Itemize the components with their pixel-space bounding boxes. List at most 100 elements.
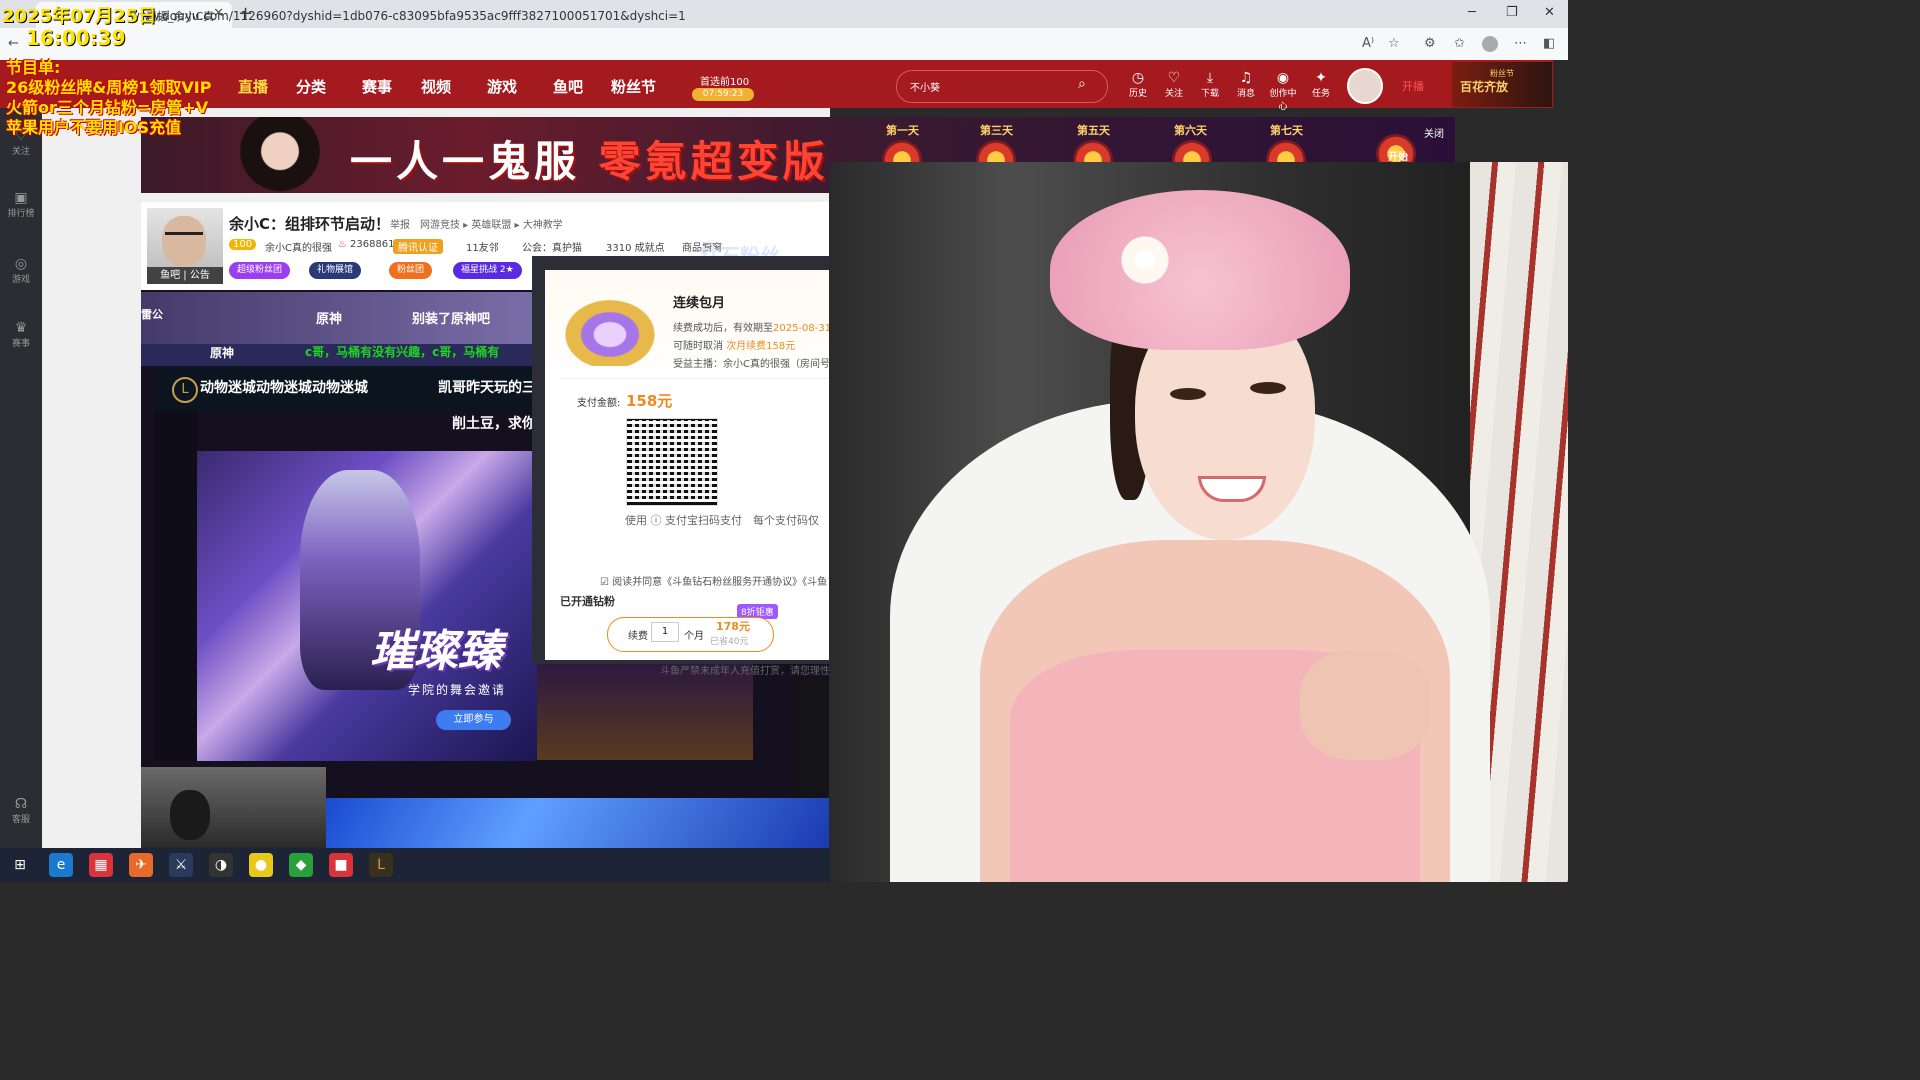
lucky-challenge-badge[interactable]: 福星挑战 2★ bbox=[453, 262, 522, 279]
sidebar-item-events[interactable]: ♛ 赛事 bbox=[0, 320, 42, 349]
gift-hall-badge[interactable]: 礼物展馆 bbox=[309, 262, 362, 279]
beneficiary-line: 受益主播：余小C真的很强（房间号 bbox=[673, 359, 830, 370]
qr-code-pattern bbox=[628, 420, 714, 502]
selection-timer: 07:59:23 bbox=[692, 88, 754, 101]
modal-title: 连续包月 bbox=[673, 296, 726, 311]
app-icon[interactable]: ◑ bbox=[209, 853, 233, 877]
back-icon[interactable]: ← bbox=[8, 36, 19, 51]
bow-decoration bbox=[1110, 230, 1180, 290]
search-input[interactable]: 不小葵 bbox=[910, 79, 940, 94]
sidebar-item-support[interactable]: ☊ 客服 bbox=[0, 796, 42, 825]
favorites-icon[interactable]: ✩ bbox=[1454, 36, 1465, 51]
nav-video[interactable]: 视频 bbox=[421, 76, 451, 97]
history-icon: ◷ bbox=[1131, 70, 1145, 86]
read-aloud-icon[interactable]: A⁾ bbox=[1362, 36, 1374, 51]
windows-taskbar bbox=[0, 848, 830, 882]
renew-months-input[interactable]: 1 bbox=[651, 622, 679, 642]
app-icon[interactable]: ⚔ bbox=[169, 853, 193, 877]
edge-icon[interactable]: e bbox=[49, 853, 73, 877]
bulb-icon: ◉ bbox=[1276, 70, 1290, 86]
extensions-icon[interactable]: ⚙ bbox=[1424, 36, 1436, 51]
url-field[interactable]: www.douyu.com/1126960?dyshid=1db076-c830… bbox=[130, 9, 686, 23]
game-tab[interactable]: 别装了原神吧 bbox=[412, 308, 490, 327]
sidebar-item-games[interactable]: ◎ 游戏 bbox=[0, 256, 42, 285]
headset-icon: ☊ bbox=[14, 796, 28, 812]
history-button[interactable]: ◷ 历史 bbox=[1121, 70, 1155, 99]
game-lobby-title: 动物迷城动物迷城动物迷城 bbox=[200, 380, 368, 396]
agreement-checkbox[interactable]: ☑ 阅读并同意《斗鱼钻石粉丝服务开通协议》《斗鱼 bbox=[600, 573, 827, 588]
game-subtab[interactable]: 原神 bbox=[210, 344, 234, 361]
download-button[interactable]: ⤓ 下载 bbox=[1193, 70, 1227, 99]
start-broadcast-button[interactable]: 开播 bbox=[1402, 78, 1424, 94]
streamer-name[interactable]: 余小C真的很强 bbox=[265, 239, 332, 254]
report-link[interactable]: 举报 bbox=[390, 216, 410, 231]
banner-close-button[interactable]: 关闭 bbox=[1424, 125, 1444, 140]
trophy-icon: ♛ bbox=[14, 320, 28, 336]
splash-title: 璀璨臻 bbox=[370, 626, 502, 677]
close-window-icon[interactable]: ✕ bbox=[1544, 5, 1555, 20]
pay-amount: 158元 bbox=[626, 392, 673, 410]
banner-day-label: 第七天 bbox=[1270, 124, 1303, 137]
banner-day-label: 第三天 bbox=[980, 124, 1013, 137]
start-menu-icon[interactable]: ⊞ bbox=[8, 853, 32, 877]
nav-events[interactable]: 赛事 bbox=[362, 76, 392, 97]
app-icon[interactable]: ● bbox=[249, 853, 273, 877]
favorite-star-icon[interactable]: ☆ bbox=[1388, 36, 1400, 51]
avatar-tag[interactable]: 鱼吧 | 公告 bbox=[147, 267, 223, 284]
game-player-name: 凯哥昨天玩的三 bbox=[438, 380, 536, 396]
sidebar-item-ranking[interactable]: ▣ 排行榜 bbox=[0, 190, 42, 219]
game-tab[interactable]: 原神 bbox=[316, 308, 342, 327]
xbox-icon[interactable]: ◆ bbox=[289, 853, 313, 877]
creator-center-button[interactable]: ◉ 创作中心 bbox=[1266, 70, 1300, 112]
renew-price: 178元 bbox=[716, 620, 750, 633]
overlay-date: 2025年07月25日 bbox=[2, 6, 157, 27]
category-breadcrumb[interactable]: 网游竞技 ▸ 英雄联盟 ▸ 大神教学 bbox=[420, 216, 563, 231]
room-title: 余小C：组排环节启动！ bbox=[229, 215, 391, 233]
avatar-glasses bbox=[165, 232, 203, 245]
gift-icon: ✦ bbox=[1315, 70, 1327, 86]
friends-count[interactable]: 11友邻 bbox=[466, 239, 499, 254]
app-icon[interactable]: ✈ bbox=[129, 853, 153, 877]
app-icon[interactable]: ▦ bbox=[89, 853, 113, 877]
nav-live[interactable]: 直播 bbox=[238, 76, 268, 97]
sidebar-toggle-icon[interactable]: ◧ bbox=[1543, 36, 1555, 51]
renew-label: 续费 bbox=[628, 631, 648, 642]
validity-line: 续费成功后，有效期至2025-08-31 bbox=[673, 323, 832, 334]
game-chat-column bbox=[795, 680, 831, 800]
follow-button[interactable]: ♡ 关注 bbox=[1157, 70, 1191, 99]
more-icon[interactable]: ⋯ bbox=[1514, 36, 1527, 51]
profile-icon[interactable] bbox=[1482, 36, 1498, 52]
super-fan-badge[interactable]: 超级粉丝团 bbox=[229, 262, 291, 279]
nav-fishbar[interactable]: 鱼吧 bbox=[553, 76, 583, 97]
splash-subtitle: 学院的舞会邀请 bbox=[408, 683, 507, 697]
app-icon[interactable]: ■ bbox=[329, 853, 353, 877]
verify-badge: 腾讯认证 bbox=[393, 239, 443, 254]
join-now-button[interactable]: 立即参与 bbox=[436, 710, 511, 730]
search-icon[interactable]: ⌕ bbox=[1078, 76, 1086, 92]
download-icon: ⤓ bbox=[1206, 70, 1214, 86]
league-logo-icon: L bbox=[172, 377, 198, 403]
pink-cap bbox=[1050, 190, 1350, 350]
opened-diamond-label: 已开通钻粉 bbox=[560, 595, 615, 608]
overlay-time: 16:00:39 bbox=[26, 26, 126, 50]
person-hands bbox=[1300, 650, 1430, 760]
guild-info[interactable]: 公会：真护猫 bbox=[522, 239, 582, 254]
minor-warning: 斗鱼严禁未成年人充值打赏，请您理性 bbox=[660, 666, 830, 677]
nav-games[interactable]: 游戏 bbox=[487, 76, 517, 97]
nav-fan-festival[interactable]: 粉丝节 bbox=[611, 76, 656, 97]
restore-icon[interactable]: ❐ bbox=[1506, 5, 1518, 20]
pay-hint: 使用 ⓘ 支付宝扫码支付 每个支付码仅 bbox=[625, 514, 819, 527]
messages-button[interactable]: ♫ 消息 bbox=[1229, 70, 1263, 99]
game-lobby-text: 削土豆，求你 bbox=[452, 416, 536, 432]
achievement-points[interactable]: 3310 成就点 bbox=[606, 239, 665, 254]
months-label: 个月 bbox=[684, 631, 704, 642]
nav-category[interactable]: 分类 bbox=[296, 76, 326, 97]
tasks-button[interactable]: ✦ 任务 bbox=[1304, 70, 1338, 99]
desktop-wallpaper bbox=[326, 798, 831, 848]
minimize-icon[interactable]: ─ bbox=[1468, 5, 1476, 20]
start-label: 开始 bbox=[1388, 152, 1408, 163]
fan-group-badge[interactable]: 粉丝团 bbox=[389, 262, 433, 279]
user-avatar[interactable] bbox=[1347, 68, 1383, 104]
league-icon[interactable]: L bbox=[369, 853, 393, 877]
game-tab[interactable]: 雷公 bbox=[141, 306, 163, 322]
